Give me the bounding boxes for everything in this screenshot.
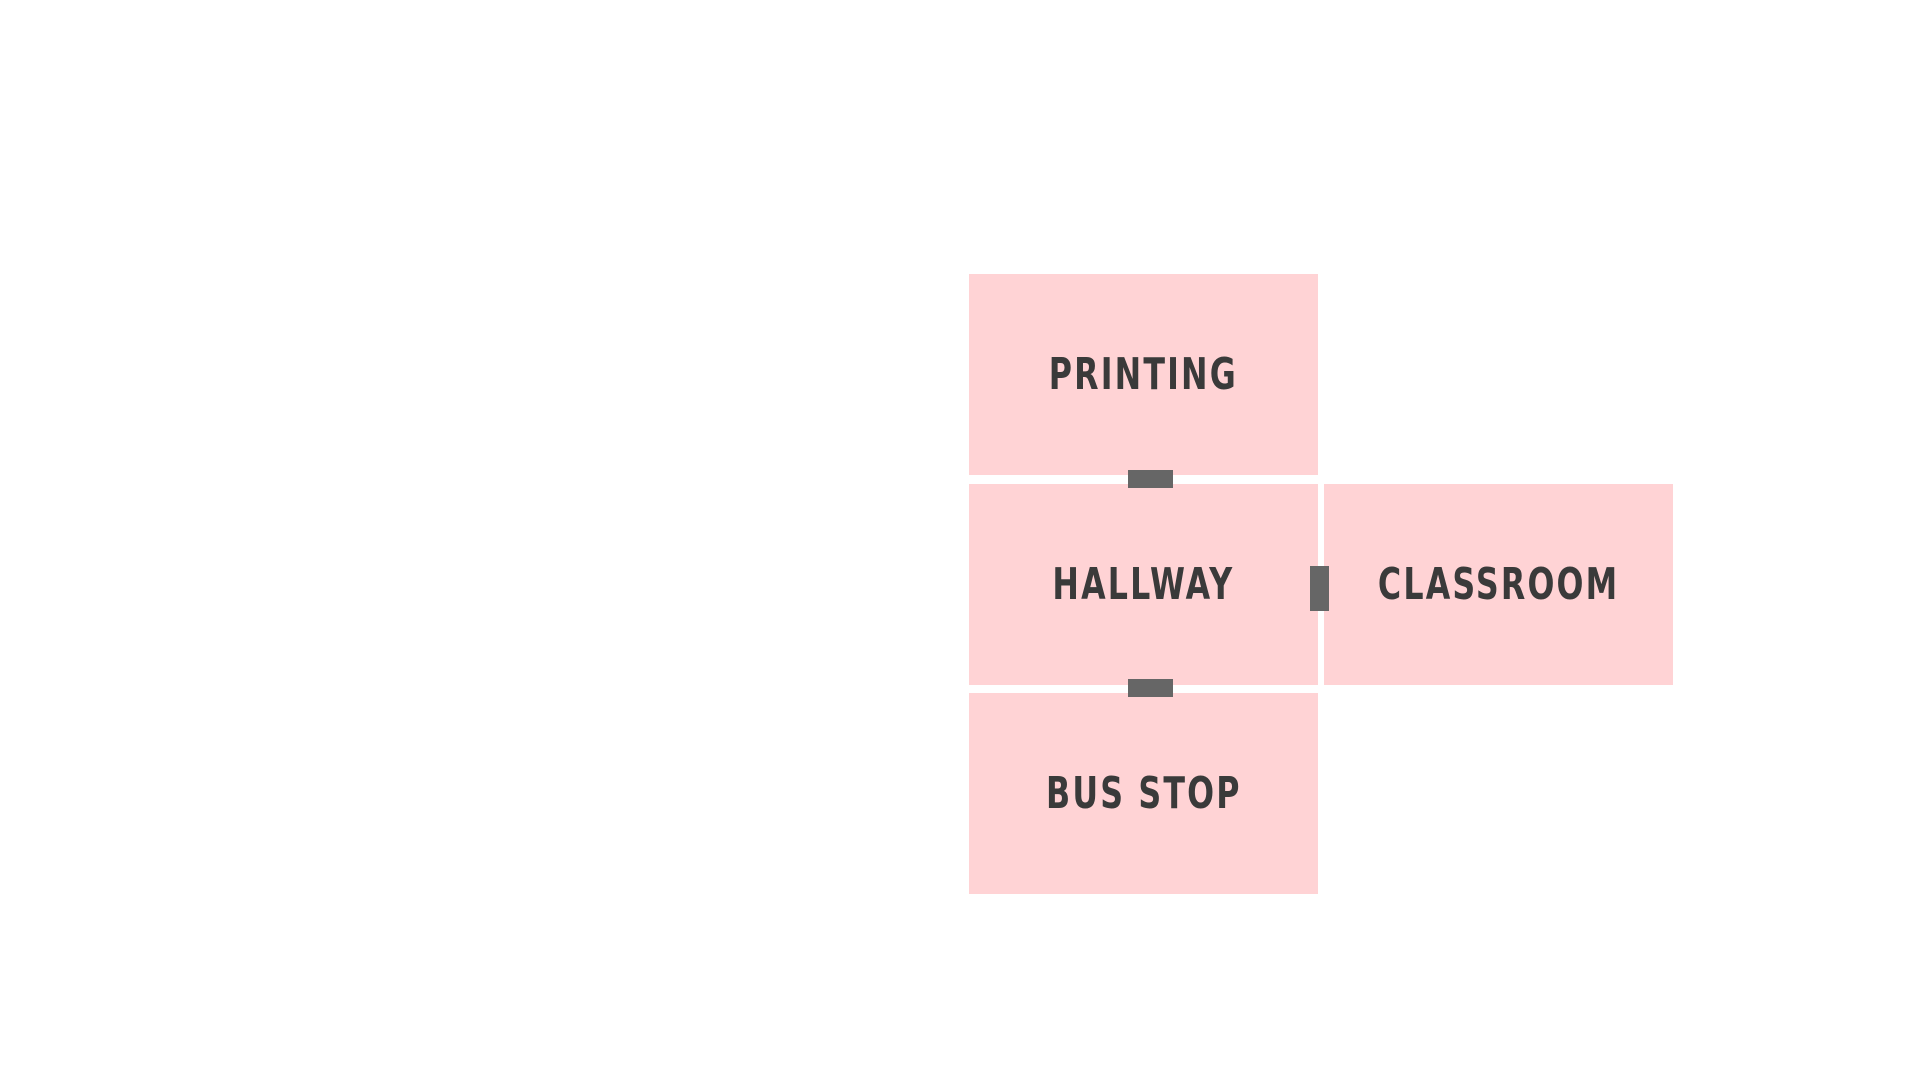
door-hallway-bus-stop[interactable] — [1128, 679, 1173, 697]
game-map: PRINTING HALLWAY CLASSROOM BUS STOP — [0, 0, 1920, 1080]
door-hallway-classroom[interactable] — [1310, 566, 1329, 611]
room-classroom[interactable]: CLASSROOM — [1324, 484, 1673, 685]
room-printing[interactable]: PRINTING — [969, 274, 1318, 475]
room-classroom-label: CLASSROOM — [1377, 559, 1620, 610]
door-printing-hallway[interactable] — [1128, 470, 1173, 488]
room-bus-stop-label: BUS STOP — [1045, 768, 1242, 819]
room-hallway[interactable]: HALLWAY — [969, 484, 1318, 685]
room-hallway-label: HALLWAY — [1052, 559, 1235, 610]
room-printing-label: PRINTING — [1048, 349, 1239, 400]
room-bus-stop[interactable]: BUS STOP — [969, 693, 1318, 894]
